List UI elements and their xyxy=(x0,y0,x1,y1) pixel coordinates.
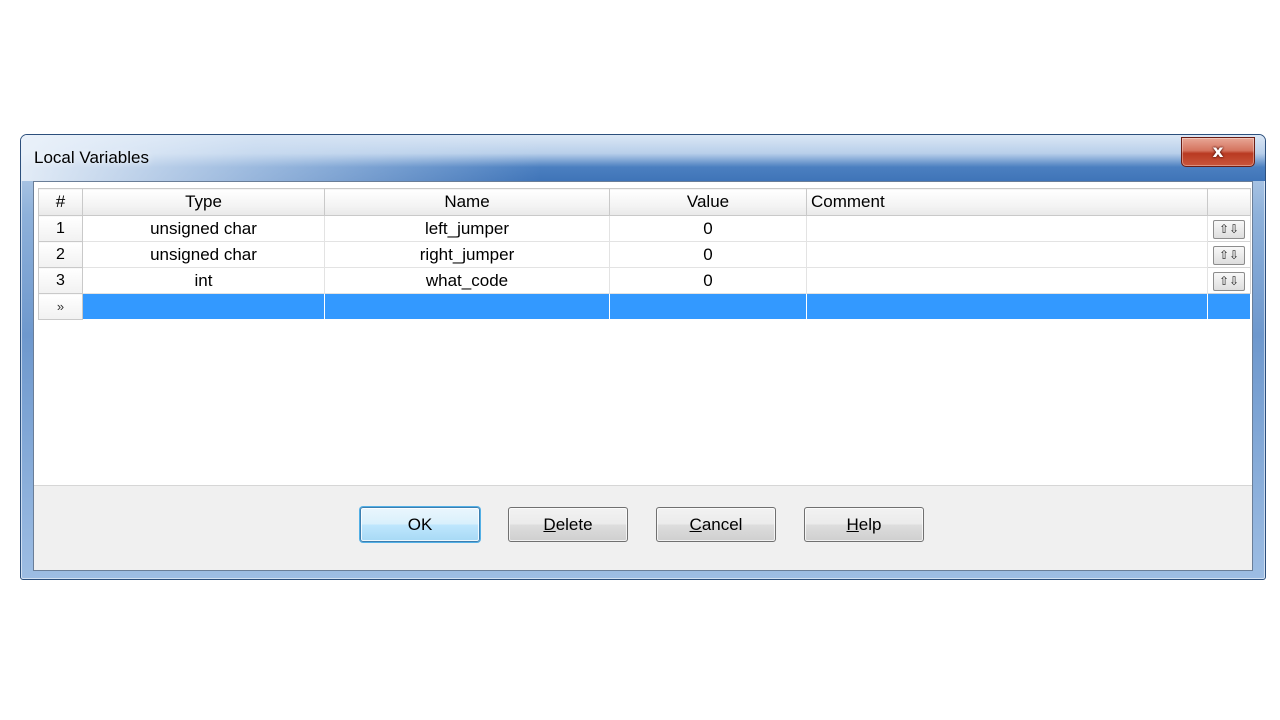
help-button-label: elp xyxy=(858,514,882,534)
value-cell[interactable]: 0 xyxy=(609,215,807,242)
new-row-marker-icon[interactable]: » xyxy=(38,293,83,320)
delete-accel-key: D xyxy=(543,514,556,534)
action-cell: ⇧⇩ xyxy=(1207,241,1251,268)
column-header-comment[interactable]: Comment xyxy=(806,188,1208,216)
row-number[interactable]: 1 xyxy=(38,215,83,242)
comment-cell[interactable] xyxy=(806,293,1208,320)
comment-cell[interactable] xyxy=(806,241,1208,268)
cancel-button[interactable]: Cancel xyxy=(656,507,776,542)
table-row[interactable]: 2 unsigned char right_jumper 0 ⇧⇩ xyxy=(38,241,1251,268)
column-header-type[interactable]: Type xyxy=(82,188,325,216)
ok-button[interactable]: OK xyxy=(360,507,480,542)
action-cell xyxy=(1207,293,1251,320)
value-cell[interactable]: 0 xyxy=(609,267,807,294)
title-bar[interactable]: Local Variables x xyxy=(21,135,1265,181)
column-header-number[interactable]: # xyxy=(38,188,83,216)
column-header-name[interactable]: Name xyxy=(324,188,610,216)
comment-cell[interactable] xyxy=(806,267,1208,294)
action-cell: ⇧⇩ xyxy=(1207,267,1251,294)
delete-button-label: elete xyxy=(555,514,593,534)
value-cell[interactable] xyxy=(609,293,807,320)
row-number[interactable]: 2 xyxy=(38,241,83,268)
dialog-client-area: # Type Name Value Comment 1 unsigned cha… xyxy=(33,181,1253,571)
type-cell[interactable]: int xyxy=(82,267,325,294)
cancel-button-label: ancel xyxy=(701,514,743,534)
move-up-down-icon[interactable]: ⇧⇩ xyxy=(1213,245,1245,265)
action-cell: ⇧⇩ xyxy=(1207,215,1251,242)
type-cell[interactable]: unsigned char xyxy=(82,215,325,242)
column-header-value[interactable]: Value xyxy=(609,188,807,216)
table-row[interactable]: 1 unsigned char left_jumper 0 ⇧⇩ xyxy=(38,215,1251,242)
value-cell[interactable]: 0 xyxy=(609,241,807,268)
new-row[interactable]: » xyxy=(38,293,1251,320)
variables-grid: # Type Name Value Comment 1 unsigned cha… xyxy=(38,188,1251,320)
help-button[interactable]: Help xyxy=(804,507,924,542)
grid-header-row: # Type Name Value Comment xyxy=(38,188,1251,216)
cancel-accel-key: C xyxy=(689,514,702,534)
type-cell[interactable]: unsigned char xyxy=(82,241,325,268)
dialog-title: Local Variables xyxy=(34,148,149,167)
move-up-down-icon[interactable]: ⇧⇩ xyxy=(1213,219,1245,239)
comment-cell[interactable] xyxy=(806,215,1208,242)
name-cell[interactable] xyxy=(324,293,610,320)
name-cell[interactable]: right_jumper xyxy=(324,241,610,268)
delete-button[interactable]: Delete xyxy=(508,507,628,542)
column-header-actions xyxy=(1207,188,1251,216)
type-cell[interactable] xyxy=(82,293,325,320)
close-button[interactable]: x xyxy=(1181,137,1255,167)
variables-grid-area: # Type Name Value Comment 1 unsigned cha… xyxy=(34,182,1252,486)
name-cell[interactable]: left_jumper xyxy=(324,215,610,242)
local-variables-dialog: Local Variables x # Type Name Value Comm… xyxy=(20,134,1266,580)
help-accel-key: H xyxy=(846,514,859,534)
name-cell[interactable]: what_code xyxy=(324,267,610,294)
move-up-down-icon[interactable]: ⇧⇩ xyxy=(1213,271,1245,291)
row-number[interactable]: 3 xyxy=(38,267,83,294)
table-row[interactable]: 3 int what_code 0 ⇧⇩ xyxy=(38,267,1251,294)
ok-button-label: OK xyxy=(407,514,433,534)
close-icon: x xyxy=(1212,142,1224,162)
